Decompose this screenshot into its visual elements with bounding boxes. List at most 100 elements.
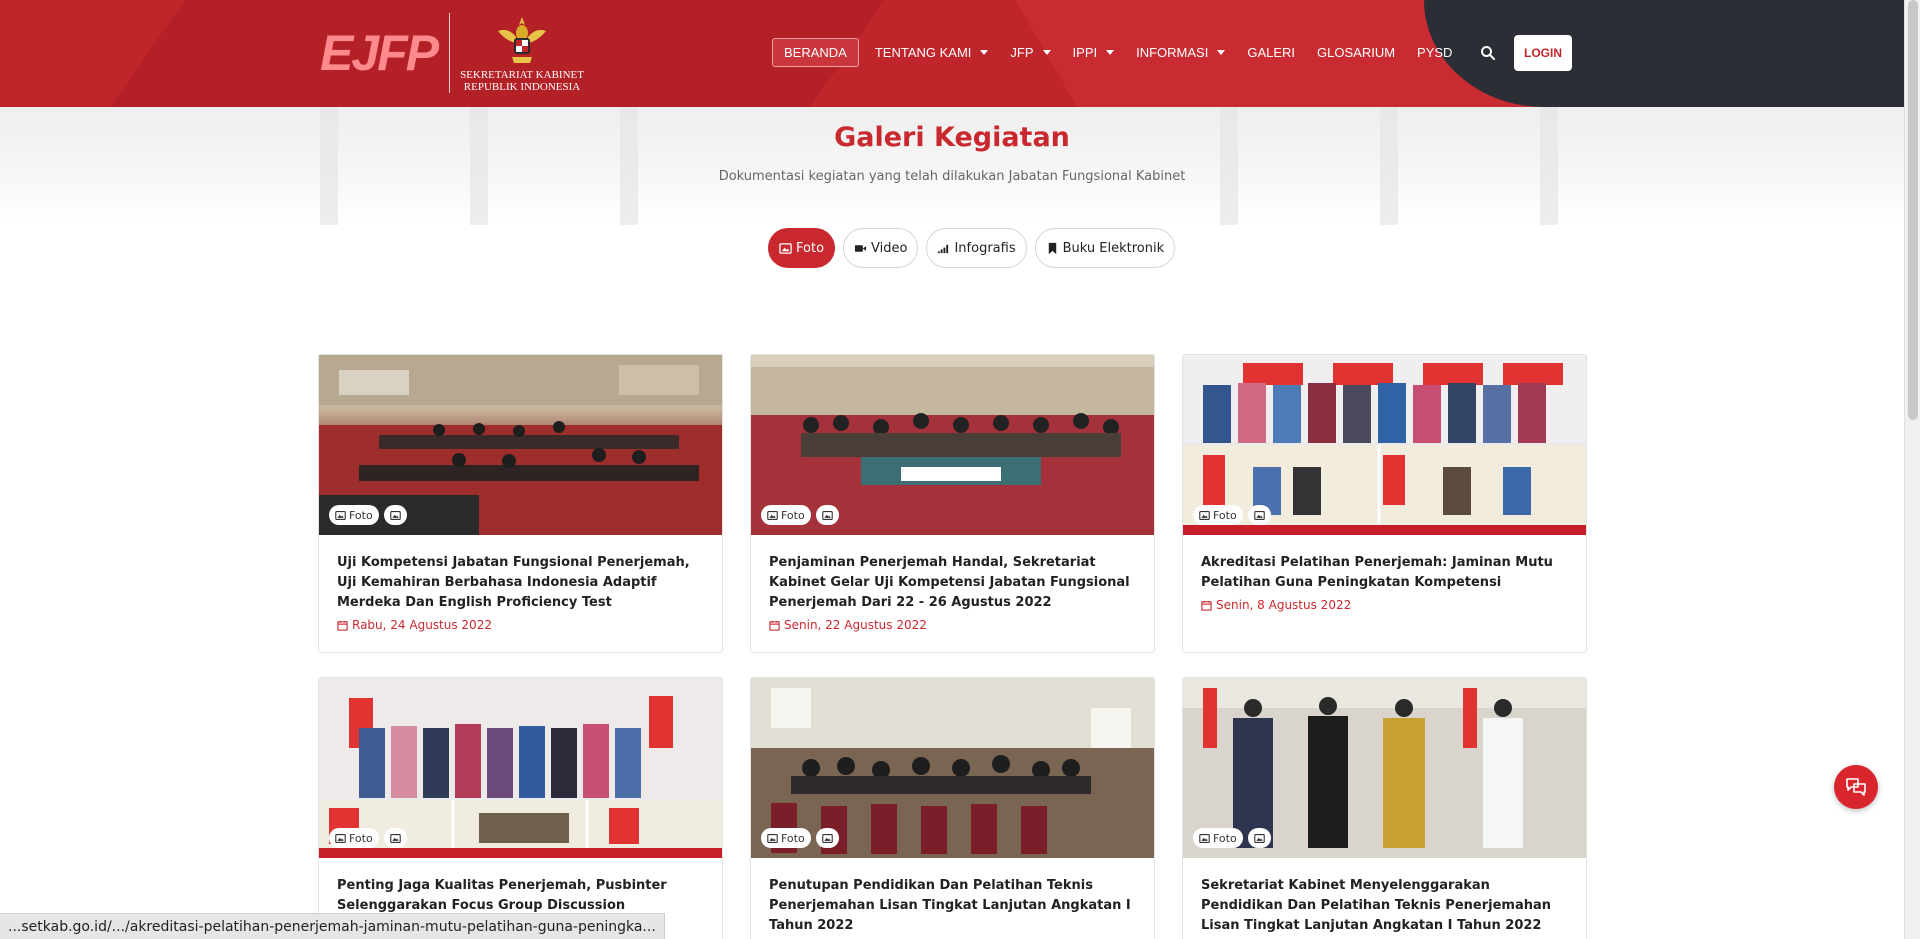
foto-badge: Foto	[1193, 505, 1243, 525]
media-badges: Foto	[761, 505, 844, 525]
org-name-line2: REPUBLIK INDONESIA	[463, 81, 581, 93]
nav-item-galeri[interactable]: GALERI	[1247, 45, 1295, 60]
image-icon	[821, 833, 833, 843]
nav-item-label: INFORMASI	[1136, 45, 1209, 60]
image-count-badge	[383, 828, 407, 848]
gallery-card[interactable]: Foto Sekretariat Kabinet Menyelenggaraka…	[1182, 677, 1587, 939]
media-badges: Foto	[1193, 505, 1276, 525]
image-count-badge	[383, 505, 407, 525]
gallery-card[interactable]: Foto Penutupan Pendidikan Dan Pelatihan …	[750, 677, 1155, 939]
caret-down-icon	[1217, 50, 1226, 55]
browser-status-url: ...setkab.go.id/.../akreditasi-pelatihan…	[0, 913, 665, 939]
media-badges: Foto	[761, 828, 844, 848]
image-icon	[1199, 510, 1210, 520]
tab-label: Buku Elektronik	[1062, 240, 1165, 256]
caret-down-icon	[1042, 50, 1051, 55]
nav-item-label: JFP	[1010, 45, 1034, 60]
foto-badge: Foto	[329, 505, 379, 525]
calendar-icon	[1201, 600, 1212, 611]
nav-item-tentang-kami[interactable]: TENTANG KAMI	[875, 45, 989, 60]
nav-item-beranda[interactable]: BERANDA	[772, 38, 859, 67]
media-badges: Foto	[1193, 828, 1276, 848]
tab-infografis[interactable]: Infografis	[926, 228, 1027, 268]
nav-item-label: GLOSARIUM	[1317, 45, 1396, 60]
badge-label: Foto	[781, 508, 805, 522]
garuda-emblem-block: SEKRETARIAT KABINET REPUBLIK INDONESIA	[460, 13, 584, 93]
image-icon	[389, 833, 401, 843]
calendar-icon	[337, 620, 348, 631]
image-icon	[1199, 833, 1210, 843]
tab-foto[interactable]: Foto	[768, 228, 836, 268]
nav-item-label: PYSD	[1417, 45, 1453, 60]
nav-item-jfp[interactable]: JFP	[1010, 45, 1051, 60]
card-date: Senin, 22 Agustus 2022	[769, 618, 1136, 632]
gallery-photo[interactable]: Foto	[319, 678, 722, 858]
login-button[interactable]: LOGIN	[1514, 35, 1572, 71]
image-icon	[767, 833, 778, 843]
gallery-photo[interactable]: Foto	[751, 355, 1154, 535]
signal-bars-icon	[938, 244, 949, 253]
tab-buku-elektronik[interactable]: Buku Elektronik	[1034, 228, 1176, 268]
foto-badge: Foto	[761, 828, 811, 848]
badge-label: Foto	[1213, 508, 1237, 522]
ejfp-logo-text: EJFP	[320, 25, 439, 81]
chat-bubbles-icon	[1846, 778, 1866, 796]
nav-item-informasi[interactable]: INFORMASI	[1136, 45, 1226, 60]
image-icon	[1253, 510, 1265, 520]
media-badges: Foto	[329, 505, 412, 525]
page-scrollbar[interactable]	[1904, 0, 1920, 939]
image-count-badge	[815, 828, 839, 848]
foto-badge: Foto	[761, 505, 811, 525]
card-date-text: Rabu, 24 Agustus 2022	[352, 618, 492, 632]
gallery-card[interactable]: Foto Penjaminan Penerjemah Handal, Sekre…	[750, 354, 1155, 653]
badge-label: Foto	[781, 831, 805, 845]
calendar-icon	[769, 620, 780, 631]
gallery-card[interactable]: Foto Penting Jaga Kualitas Penerjemah, P…	[318, 677, 723, 939]
image-count-badge	[815, 505, 839, 525]
card-title[interactable]: Uji Kompetensi Jabatan Fungsional Penerj…	[337, 553, 704, 613]
foto-badge: Foto	[329, 828, 379, 848]
gallery-card[interactable]: Foto Akreditasi Pelatihan Penerjemah: Ja…	[1182, 354, 1587, 653]
nav-item-ippi[interactable]: IPPI	[1073, 45, 1115, 60]
tab-label: Infografis	[954, 240, 1016, 256]
tab-label: Foto	[796, 240, 825, 256]
gallery-photo[interactable]: Foto	[319, 355, 722, 535]
card-title[interactable]: Sekretariat Kabinet Menyelenggarakan Pen…	[1201, 876, 1568, 939]
gallery-photo[interactable]: Foto	[1183, 678, 1586, 858]
nav-item-pysd[interactable]: PYSD	[1417, 45, 1452, 60]
tab-video[interactable]: Video	[843, 228, 919, 268]
media-badges: Foto	[329, 828, 412, 848]
badge-label: Foto	[1213, 831, 1237, 845]
card-title[interactable]: Penjaminan Penerjemah Handal, Sekretaria…	[769, 553, 1136, 613]
nav-item-label: TENTANG KAMI	[874, 45, 972, 60]
site-header: EJFP SEKRETARIAT KABINET REPUBLIK INDONE…	[0, 0, 1904, 107]
card-date: Senin, 8 Agustus 2022	[1201, 598, 1568, 612]
card-date: Rabu, 24 Agustus 2022	[337, 618, 704, 632]
card-date-text: Senin, 8 Agustus 2022	[1216, 598, 1352, 612]
badge-label: Foto	[349, 508, 373, 522]
bookmark-icon	[1048, 242, 1056, 254]
gallery-photo[interactable]: Foto	[1183, 355, 1586, 535]
image-icon	[335, 510, 346, 520]
org-name-line1: SEKRETARIAT KABINET	[460, 69, 584, 81]
image-icon	[389, 510, 401, 520]
nav-item-glosarium[interactable]: GLOSARIUM	[1317, 45, 1395, 60]
gallery-photo[interactable]: Foto	[751, 678, 1154, 858]
card-date-text: Senin, 22 Agustus 2022	[784, 618, 927, 632]
image-count-badge	[1247, 828, 1271, 848]
scrollbar-thumb[interactable]	[1908, 0, 1918, 420]
search-icon[interactable]	[1480, 45, 1496, 61]
caret-down-icon	[1106, 50, 1115, 55]
page-subtitle: Dokumentasi kegiatan yang telah dilakuka…	[718, 169, 1186, 184]
card-title[interactable]: Penutupan Pendidikan Dan Pelatihan Tekni…	[769, 876, 1136, 936]
tab-label: Video	[871, 240, 908, 256]
garuda-emblem-icon	[498, 17, 546, 63]
nav-item-label: BERANDA	[784, 45, 847, 60]
site-logo[interactable]: EJFP SEKRETARIAT KABINET REPUBLIK INDONE…	[320, 8, 584, 98]
image-icon	[779, 242, 792, 254]
page-title: Galeri Kegiatan	[834, 122, 1070, 153]
gallery-card[interactable]: Foto Uji Kompetensi Jabatan Fungsional P…	[318, 354, 723, 653]
image-icon	[335, 833, 346, 843]
chat-button[interactable]	[1834, 765, 1878, 809]
card-title[interactable]: Akreditasi Pelatihan Penerjemah: Jaminan…	[1201, 553, 1568, 593]
